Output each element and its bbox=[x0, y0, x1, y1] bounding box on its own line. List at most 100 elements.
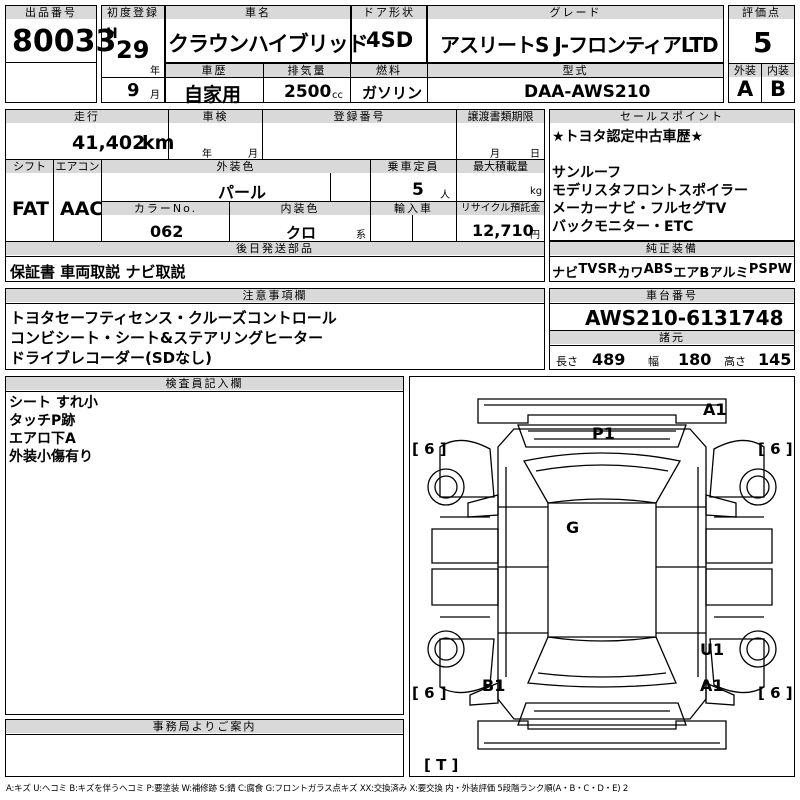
note-item: ドライブレコーダー(SDなし) bbox=[10, 349, 212, 367]
shift: FAT bbox=[12, 198, 49, 220]
damage-a1-rear: A1 bbox=[700, 676, 724, 695]
note-item: トヨタセーフティセンス・クルーズコントロール bbox=[10, 309, 337, 327]
inspector-header: 検査員記入欄 bbox=[6, 377, 403, 390]
lot-number-header: 出品番号 bbox=[6, 6, 96, 19]
grade-header: グレード bbox=[428, 6, 723, 19]
later-parts-header: 後日発送部品 bbox=[6, 242, 544, 255]
max-load-header: 最大積載量 bbox=[457, 160, 544, 173]
length: 489 bbox=[592, 350, 626, 369]
first-reg-header: 初度登録 bbox=[102, 6, 164, 19]
month-unit: 月 bbox=[150, 90, 160, 101]
ext-color: パール bbox=[218, 183, 267, 202]
door-type: 4SD bbox=[366, 28, 414, 52]
sales-point-item bbox=[552, 146, 792, 164]
inspector-note-item: 外装小傷有り bbox=[9, 449, 93, 465]
inspection-header: 車検 bbox=[169, 110, 262, 123]
damage-p1: P1 bbox=[592, 424, 615, 443]
history: 自家用 bbox=[184, 84, 242, 106]
displacement: 2500 bbox=[284, 82, 332, 102]
fuel-header: 燃料 bbox=[351, 64, 427, 77]
capacity: 5 bbox=[412, 180, 424, 200]
equipment-item: アルミ bbox=[709, 266, 749, 281]
equipment-item: SR bbox=[597, 262, 618, 277]
fuel: ガソリン bbox=[362, 84, 423, 102]
sales-point-item: メーカーナビ・フルセグTV bbox=[552, 201, 727, 217]
history-header: 車歴 bbox=[166, 64, 263, 77]
model-code: DAA-AWS210 bbox=[524, 82, 651, 102]
tire-rear-left: [ 6 ] bbox=[412, 684, 447, 702]
legend: A:キズ U:ヘコミ B:キズを伴うヘコミ P:要塗装 W:補修跡 S:錆 C:… bbox=[6, 784, 629, 794]
spare-tire: [ T ] bbox=[424, 756, 459, 774]
sales-point-item: モデリスタフロントスポイラー bbox=[552, 183, 748, 199]
capacity-header: 乗車定員 bbox=[371, 160, 456, 173]
year-unit: 年 bbox=[150, 66, 160, 77]
int-color-suffix: 系 bbox=[356, 230, 366, 241]
interior-grade: B bbox=[770, 77, 787, 101]
inspector-note-item: シート すれ小 bbox=[9, 395, 98, 411]
note-item: コンビシート・シート&ステアリングヒーター bbox=[10, 329, 324, 347]
color-no-header: カラーNo. bbox=[102, 202, 229, 215]
chassis-header: 車台番号 bbox=[550, 289, 794, 302]
mileage: 41,402 bbox=[72, 132, 146, 154]
notes-header: 注意事項欄 bbox=[6, 289, 544, 302]
width: 180 bbox=[678, 350, 712, 369]
model-header: 型式 bbox=[428, 64, 723, 77]
equipment-item: PW bbox=[768, 262, 792, 277]
displacement-unit: cc bbox=[332, 90, 343, 101]
damage-b1: B1 bbox=[482, 676, 506, 695]
sales-point-list: ★トヨタ認定中古車歴★ サンルーフ モデリスタフロントスポイラー メーカーナビ・フル… bbox=[552, 128, 792, 236]
displacement-header: 排気量 bbox=[264, 64, 350, 77]
interior-header: 内装 bbox=[762, 64, 794, 77]
tire-rear-right: [ 6 ] bbox=[758, 684, 793, 702]
chassis-number: AWS210-6131748 bbox=[585, 306, 784, 330]
equipment-list: ナビ TV SR カワ ABS エアB アルミ PS PW bbox=[552, 262, 792, 281]
grade: アスリートS J-フロンティアLTD bbox=[440, 33, 719, 57]
inspector-notes: シート すれ小 タッチP跡 エアロ下A 外装小傷有り bbox=[9, 394, 98, 466]
length-label: 長さ bbox=[556, 355, 578, 368]
damage-u1: U1 bbox=[700, 640, 725, 659]
notes-list: トヨタセーフティセンス・クルーズコントロール コンビシート・シート&ステアリングヒ… bbox=[10, 308, 337, 368]
mileage-unit: km bbox=[142, 132, 175, 154]
car-name: クラウンハイブリッド bbox=[168, 32, 369, 56]
specs-header: 諸元 bbox=[550, 331, 794, 344]
color-number: 062 bbox=[150, 222, 184, 241]
equipment-item: ナビ bbox=[552, 266, 579, 281]
int-color: クロ bbox=[286, 224, 317, 242]
damage-a1-front: A1 bbox=[703, 400, 727, 419]
ext-color-header: 外装色 bbox=[102, 160, 370, 173]
height: 145 bbox=[758, 350, 792, 369]
equipment-header: 純正装備 bbox=[550, 242, 794, 255]
sales-point-item: バックモニター・ETC bbox=[552, 219, 694, 235]
int-color-header: 内装色 bbox=[230, 202, 370, 215]
transfer-header: 譲渡書類期限 bbox=[457, 110, 544, 123]
mileage-header: 走行 bbox=[6, 110, 168, 123]
score-header: 評価点 bbox=[729, 6, 794, 19]
exterior-header: 外装 bbox=[729, 64, 761, 77]
aircon-header: エアコン bbox=[54, 160, 101, 173]
equipment-item: カワ bbox=[617, 266, 644, 281]
score: 5 bbox=[753, 26, 773, 59]
later-parts: 保証書 車両取説 ナビ取説 bbox=[10, 263, 186, 281]
capacity-unit: 人 bbox=[440, 190, 450, 201]
transfer-day: 日 bbox=[530, 149, 540, 160]
reg-no-header: 登録番号 bbox=[263, 110, 456, 123]
import-header: 輸入車 bbox=[371, 202, 456, 215]
sales-point-header: セールスポイント bbox=[550, 110, 794, 123]
exterior-grade: A bbox=[737, 77, 754, 101]
aircon: AAC bbox=[60, 198, 104, 220]
reg-year: 29 bbox=[116, 36, 150, 64]
inspection-year: 年 bbox=[202, 149, 212, 160]
recycle-fee: 12,710 bbox=[472, 221, 534, 240]
transfer-month: 月 bbox=[490, 149, 500, 160]
height-label: 高さ bbox=[724, 355, 746, 368]
tire-front-left: [ 6 ] bbox=[412, 440, 447, 458]
equipment-item: PS bbox=[748, 262, 768, 277]
door-header: ドア形状 bbox=[352, 6, 426, 19]
inspector-note-item: エアロ下A bbox=[9, 431, 76, 447]
shift-header: シフト bbox=[6, 160, 53, 173]
recycle-header: リサイクル預託金 bbox=[457, 202, 544, 215]
sales-point-item: ★トヨタ認定中古車歴★ bbox=[552, 129, 704, 145]
car-name-header: 車名 bbox=[166, 6, 350, 19]
equipment-item: ABS bbox=[643, 262, 674, 277]
equipment-item: エアB bbox=[673, 266, 710, 281]
